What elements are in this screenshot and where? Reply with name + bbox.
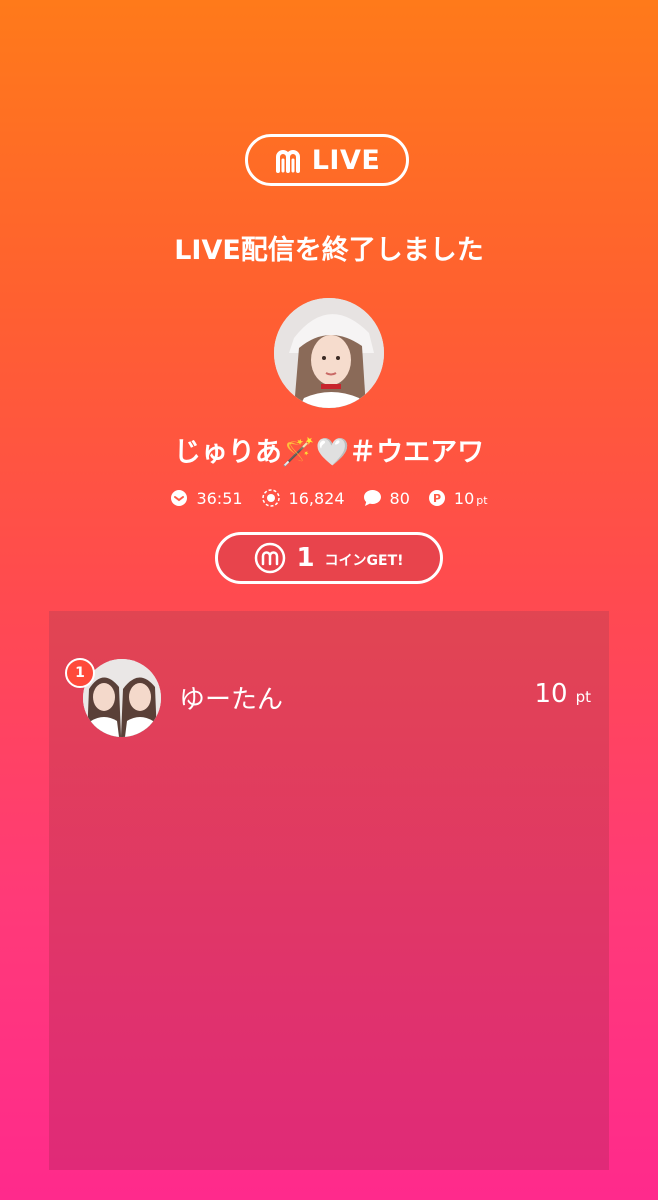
viewers-icon	[261, 489, 280, 507]
duration-value: 36:51	[196, 488, 243, 508]
ranking-panel: 1 ゆーたん 10 pt	[49, 611, 609, 1170]
logo-text: LIVE	[311, 144, 381, 176]
ranking-row[interactable]: 1 ゆーたん 10 pt	[49, 655, 609, 739]
live-stats: 36:51 16,824 80 P 10 pt	[0, 488, 658, 508]
stat-duration: 36:51	[170, 488, 243, 508]
avatar-photo	[274, 298, 384, 408]
coin-count: 1	[296, 543, 315, 573]
comment-icon	[363, 490, 381, 506]
comments-value: 80	[389, 488, 410, 508]
ranker-points: 10 pt	[535, 679, 592, 709]
coin-get-badge: 1 コインGET!	[215, 532, 443, 584]
ranker-points-value: 10	[534, 679, 568, 709]
coin-label: コインGET!	[324, 553, 404, 569]
stat-points: P 10 pt	[428, 489, 488, 508]
host-avatar[interactable]	[274, 298, 384, 408]
points-value: 10	[453, 488, 475, 508]
host-name: じゅりあ🪄🤍＃ウエアワ	[173, 437, 485, 468]
stat-comments: 80	[363, 489, 410, 508]
points-unit: pt	[476, 493, 488, 507]
svg-text:P: P	[433, 492, 441, 505]
clock-icon	[171, 490, 188, 506]
viewers-value: 16,824	[288, 488, 345, 508]
mixchannel-live-logo: LIVE	[245, 134, 409, 186]
m-logo-icon	[275, 150, 300, 173]
rank-badge: 1	[65, 658, 95, 688]
page-title: LIVE配信を終了しました	[174, 235, 484, 266]
coin-icon	[255, 542, 286, 574]
ranker-points-unit: pt	[575, 688, 591, 706]
points-icon: P	[428, 490, 445, 506]
stat-viewers: 16,824	[261, 488, 345, 508]
ranker-name: ゆーたん	[179, 685, 284, 715]
